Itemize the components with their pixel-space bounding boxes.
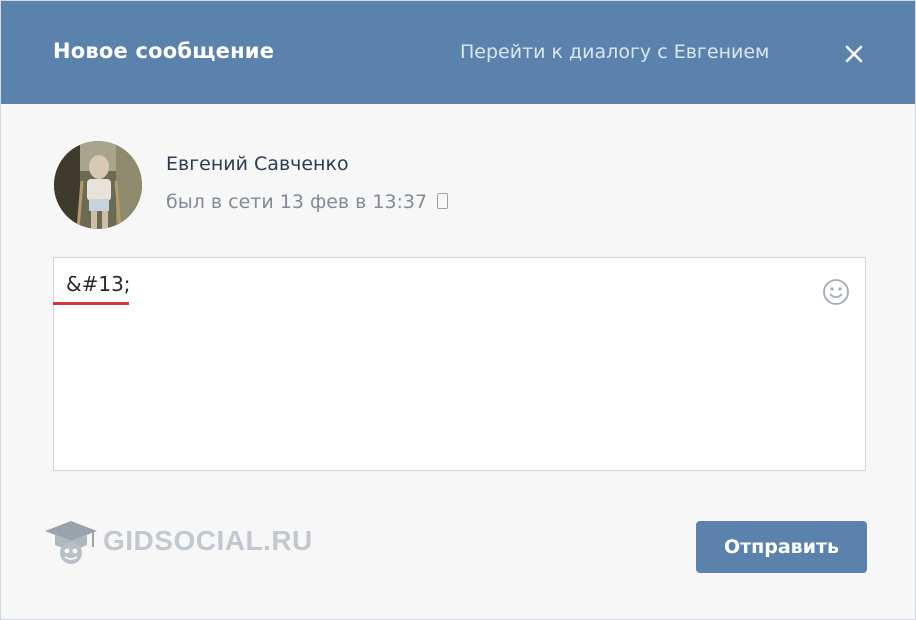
graduation-cap-icon (45, 521, 97, 564)
watermark-text: GIDSOCIAL.RU (103, 525, 313, 556)
dialog-header: Новое сообщение Перейти к диалогу с Евге… (1, 1, 915, 104)
message-input[interactable]: &#13; (53, 257, 866, 471)
smile-icon[interactable] (822, 278, 850, 306)
user-status: был в сети 13 фев в 13:37 (166, 191, 449, 213)
goto-dialog-link[interactable]: Перейти к диалогу с Евгением (460, 41, 769, 63)
new-message-dialog: Новое сообщение Перейти к диалогу с Евге… (0, 0, 916, 620)
avatar[interactable] (54, 141, 142, 229)
watermark-logo: GIDSOCIAL.RU (41, 513, 321, 569)
last-seen-text: был в сети 13 фев в 13:37 (166, 191, 428, 213)
send-button[interactable]: Отправить (696, 521, 867, 573)
close-icon[interactable] (843, 43, 865, 65)
spellcheck-underline (53, 302, 129, 305)
avatar-photo (54, 141, 142, 229)
mobile-phone-icon (437, 193, 449, 209)
dialog-title: Новое сообщение (53, 39, 275, 63)
message-text[interactable]: &#13; (66, 272, 131, 296)
user-name[interactable]: Евгений Савченко (166, 153, 349, 175)
